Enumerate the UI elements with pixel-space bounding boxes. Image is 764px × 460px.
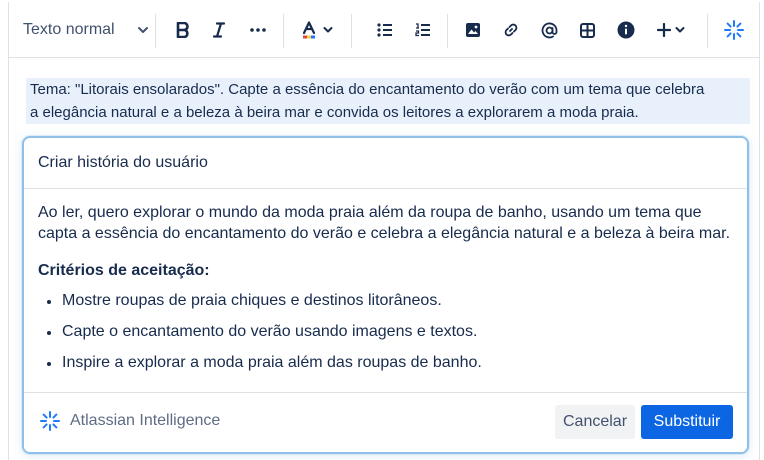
bold-button[interactable] — [169, 2, 197, 58]
info-panel-button[interactable] — [611, 2, 641, 58]
toolbar-separator — [707, 14, 708, 48]
chevron-down-icon — [675, 27, 685, 33]
italic-button[interactable] — [205, 2, 233, 58]
mention-icon — [541, 22, 557, 38]
insert-table-button[interactable] — [573, 2, 601, 58]
list-item: Capte o encantamento do verão usando ima… — [38, 322, 738, 342]
link-icon — [504, 23, 518, 37]
atlassian-intelligence-button[interactable] — [719, 2, 749, 58]
more-icon — [250, 28, 266, 32]
bullet-list-icon — [377, 23, 392, 37]
acceptance-criteria-list: Mostre roupas de praia chiques e destino… — [38, 291, 738, 373]
ai-response-paragraph: Ao ler, quero explorar o mundo da moda p… — [38, 204, 731, 242]
list-item: Mostre roupas de praia chiques e destino… — [38, 291, 738, 311]
toolbar-separator — [155, 14, 156, 48]
ai-panel-footer: Atlassian Intelligence Cancelar Substitu… — [24, 392, 747, 452]
mention-button[interactable] — [535, 2, 563, 58]
selected-text-line-2[interactable]: a elegância natural e a beleza à beira m… — [26, 101, 750, 124]
text-style-label: Texto normal — [23, 21, 115, 38]
image-icon — [466, 23, 480, 37]
atlassian-intelligence-icon — [40, 411, 60, 431]
cancel-button[interactable]: Cancelar — [555, 405, 635, 439]
text-color-button[interactable] — [295, 2, 339, 58]
text-style-dropdown[interactable]: Texto normal — [19, 2, 155, 58]
toolbar-separator — [351, 14, 352, 48]
text-color-icon — [302, 21, 316, 39]
numbered-list-button[interactable] — [409, 2, 437, 58]
ai-brand-name: Atlassian Intelligence — [70, 412, 221, 429]
more-formatting-button[interactable] — [243, 2, 273, 58]
bold-icon — [176, 22, 189, 38]
insert-plus-icon — [657, 23, 671, 37]
bullet-list-button[interactable] — [371, 2, 399, 58]
toolbar-separator — [283, 14, 284, 48]
table-icon — [579, 22, 595, 38]
ai-response-body: Ao ler, quero explorar o mundo da moda p… — [38, 202, 738, 384]
insert-image-button[interactable] — [459, 2, 487, 58]
insert-more-button[interactable] — [649, 2, 693, 58]
numbered-list-icon — [415, 23, 430, 37]
ai-suggestion-panel: Ao ler, quero explorar o mundo da moda p… — [22, 136, 749, 454]
toolbar-separator — [447, 14, 448, 48]
chevron-down-icon — [323, 27, 333, 33]
ai-prompt-input[interactable] — [24, 138, 747, 189]
atlassian-intelligence-icon — [724, 20, 744, 40]
acceptance-criteria-heading: Critérios de aceitação: — [38, 262, 210, 279]
list-item: Inspire a explorar a moda praia além das… — [38, 353, 738, 373]
chevron-down-icon — [138, 27, 148, 33]
selected-text-line-1[interactable]: Tema: "Litorais ensolarados". Capte a es… — [26, 78, 750, 101]
italic-icon — [212, 22, 226, 38]
info-icon — [617, 21, 635, 39]
replace-button[interactable]: Substituir — [641, 405, 733, 439]
insert-link-button[interactable] — [497, 2, 525, 58]
ai-brand: Atlassian Intelligence — [40, 411, 220, 431]
editor-toolbar: Texto normal — [8, 2, 760, 58]
